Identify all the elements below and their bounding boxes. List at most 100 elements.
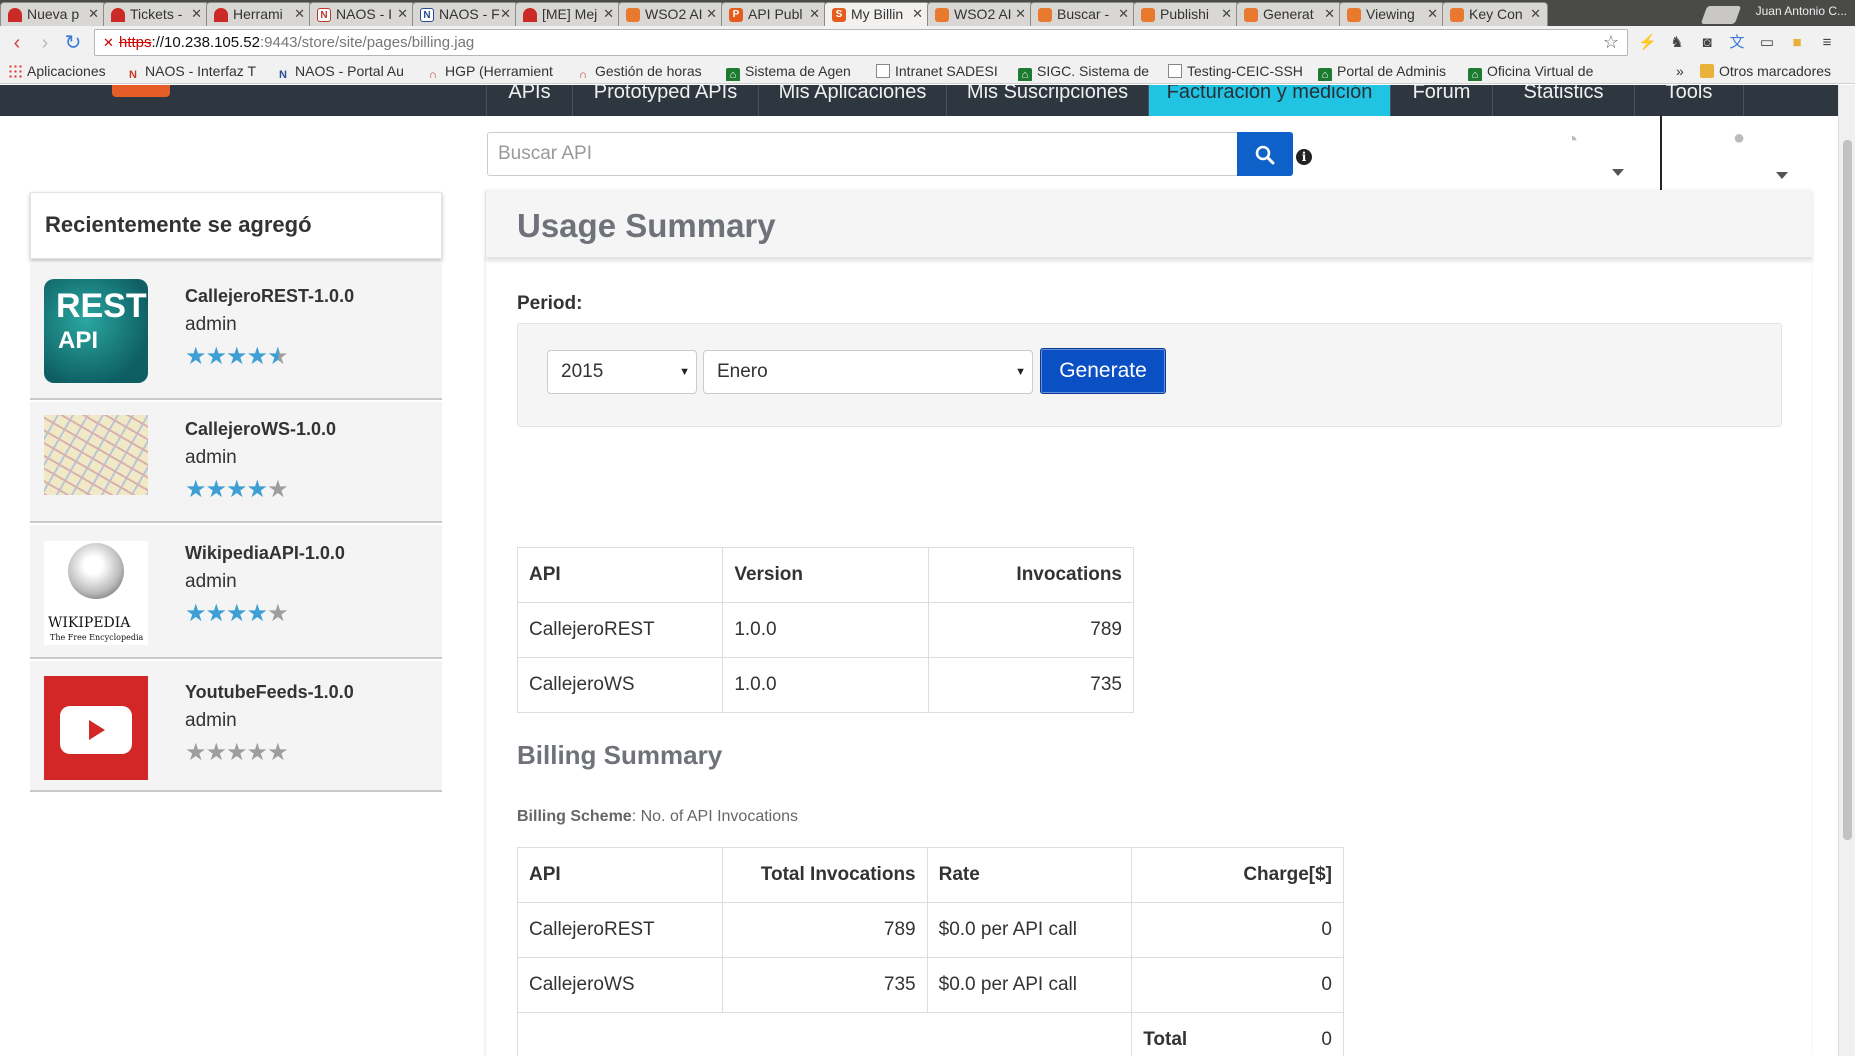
scrollbar-thumb[interactable] xyxy=(1843,140,1852,840)
close-icon[interactable]: ✕ xyxy=(191,6,202,22)
recent-api-item[interactable]: WIKIPEDIA The Free Encyclopedia Wikipedi… xyxy=(30,525,442,659)
table-cell: 1.0.0 xyxy=(722,602,929,658)
table-cell: 1.0.0 xyxy=(722,657,929,713)
browser-tab[interactable]: Publishi ✕ xyxy=(1133,2,1239,26)
dashboard-icon[interactable]: ◔ xyxy=(1566,129,1578,152)
youtube-thumbnail[interactable] xyxy=(44,676,148,780)
insecure-lock-icon[interactable]: ✕ xyxy=(103,30,114,55)
close-icon[interactable]: ✕ xyxy=(88,6,99,22)
recent-api-item[interactable]: YoutubeFeeds-1.0.0 admin ★★★★★ xyxy=(30,661,442,792)
month-select[interactable]: Enero ▼ xyxy=(703,350,1033,394)
table-row: CallejeroWS 1.0.0 735 xyxy=(516,657,1135,713)
wikipedia-thumbnail[interactable]: WIKIPEDIA The Free Encyclopedia xyxy=(44,541,148,645)
bookmark-item[interactable]: ∩ Gestión de horas xyxy=(576,63,714,81)
browser-tab[interactable]: N NAOS - I ✕ xyxy=(309,2,415,26)
profile-name[interactable]: Juan Antonio C... xyxy=(1756,4,1847,18)
browser-tab[interactable]: Viewing ✕ xyxy=(1339,2,1445,26)
close-icon[interactable]: ✕ xyxy=(500,6,511,22)
browser-tab-active[interactable]: S My Billin ✕ xyxy=(824,2,930,26)
cast-icon[interactable]: ▭ xyxy=(1758,34,1776,52)
close-icon[interactable]: ✕ xyxy=(1221,6,1232,22)
browser-tab[interactable]: Buscar - ✕ xyxy=(1030,2,1136,26)
other-bookmarks-folder[interactable]: Otros marcadores xyxy=(1700,63,1850,81)
browser-tab[interactable]: WSO2 AI ✕ xyxy=(927,2,1033,26)
nav-tools[interactable]: Tools xyxy=(1634,85,1744,116)
generate-button[interactable]: Generate xyxy=(1040,348,1166,394)
lightning-extension-icon[interactable]: ⚡ xyxy=(1638,34,1657,52)
bookmark-item[interactable]: ⌂ Oficina Virtual de xyxy=(1468,63,1606,81)
bookmark-item[interactable]: ⌂ Sistema de Agen xyxy=(726,63,864,81)
page-content: APIs Prototyped APIs Mis Aplicaciones Mi… xyxy=(0,85,1838,1056)
evernote-extension-icon[interactable]: ♞ xyxy=(1668,34,1686,52)
api-name-link[interactable]: YoutubeFeeds-1.0.0 xyxy=(185,682,354,703)
naos-icon: N xyxy=(420,8,434,22)
notes-extension-icon[interactable]: ■ xyxy=(1788,34,1806,52)
api-owner: admin xyxy=(185,314,237,335)
close-icon[interactable]: ✕ xyxy=(1015,6,1026,22)
api-store-logo[interactable] xyxy=(112,85,170,97)
translate-extension-icon[interactable]: 文 xyxy=(1728,34,1746,52)
search-button[interactable] xyxy=(1237,132,1293,176)
page-scrollbar[interactable] xyxy=(1838,85,1855,1056)
browser-tab[interactable]: P API Publ ✕ xyxy=(721,2,827,26)
recent-api-item[interactable]: REST API CallejeroREST-1.0.0 admin ★★★★★ xyxy=(30,263,442,400)
forward-arrow-icon[interactable]: › xyxy=(34,32,56,54)
bookmark-item[interactable]: N NAOS - Portal Au xyxy=(276,63,414,81)
api-name-link[interactable]: WikipediaAPI-1.0.0 xyxy=(185,543,345,564)
browser-tab[interactable]: [ME] Mej ✕ xyxy=(515,2,621,26)
caret-down-icon[interactable] xyxy=(1776,172,1788,179)
close-icon[interactable]: ✕ xyxy=(603,6,614,22)
browser-tab[interactable]: Nueva p ✕ xyxy=(0,2,106,26)
close-icon[interactable]: ✕ xyxy=(1324,6,1335,22)
close-icon[interactable]: ✕ xyxy=(397,6,408,22)
pocket-extension-icon[interactable]: ◙ xyxy=(1698,34,1716,52)
new-tab-button[interactable] xyxy=(1700,6,1742,24)
close-icon[interactable]: ✕ xyxy=(1530,6,1541,22)
bookmark-item[interactable]: ⌂ Portal de Adminis xyxy=(1318,63,1456,81)
browser-tab[interactable]: Generat ✕ xyxy=(1236,2,1342,26)
address-bar[interactable]: ✕ https://10.238.105.52:9443/store/site/… xyxy=(94,29,1628,56)
junta-icon: ⌂ xyxy=(1018,68,1032,81)
nav-facturacion-y-medicion[interactable]: Facturación y medición xyxy=(1148,85,1390,116)
api-name-link[interactable]: CallejeroWS-1.0.0 xyxy=(185,419,336,440)
api-name-link[interactable]: CallejeroREST-1.0.0 xyxy=(185,286,354,307)
nav-statistics[interactable]: Statistics xyxy=(1492,85,1634,116)
caret-down-icon[interactable] xyxy=(1612,169,1624,176)
year-select[interactable]: 2015 ▼ xyxy=(547,350,697,394)
nav-mis-aplicaciones[interactable]: Mis Aplicaciones xyxy=(758,85,946,116)
rest-api-thumbnail[interactable]: REST API xyxy=(44,279,148,383)
nav-apis[interactable]: APIs xyxy=(486,85,572,116)
bookmark-item[interactable]: ⌂ SIGC. Sistema de xyxy=(1018,63,1156,81)
bookmark-item[interactable]: ∩ HGP (Herramient xyxy=(426,63,564,81)
close-icon[interactable]: ✕ xyxy=(294,6,305,22)
browser-toolbar: ‹ › ↻ ✕ https://10.238.105.52:9443/store… xyxy=(0,26,1855,60)
bookmarks-overflow-button[interactable]: » xyxy=(1676,63,1690,81)
browser-tab[interactable]: WSO2 AI ✕ xyxy=(618,2,724,26)
browser-tab[interactable]: N NAOS - F ✕ xyxy=(412,2,518,26)
close-icon[interactable]: ✕ xyxy=(1427,6,1438,22)
close-icon[interactable]: ✕ xyxy=(912,6,923,22)
bookmark-item[interactable]: N NAOS - Interfaz T xyxy=(126,63,264,81)
bookmark-apps[interactable]: Aplicaciones xyxy=(8,63,118,81)
nav-prototyped-apis[interactable]: Prototyped APIs xyxy=(572,85,758,116)
close-icon[interactable]: ✕ xyxy=(1118,6,1129,22)
info-icon[interactable]: i xyxy=(1296,149,1312,165)
close-icon[interactable]: ✕ xyxy=(706,6,717,22)
column-header: Total Invocations xyxy=(721,847,928,903)
close-icon[interactable]: ✕ xyxy=(809,6,820,22)
search-input[interactable] xyxy=(487,132,1239,176)
browser-tab[interactable]: Tickets - ✕ xyxy=(103,2,209,26)
back-arrow-icon[interactable]: ‹ xyxy=(6,32,28,54)
map-thumbnail[interactable] xyxy=(44,415,148,495)
bookmark-star-icon[interactable]: ☆ xyxy=(1603,30,1619,55)
nav-mis-suscripciones[interactable]: Mis Suscripciones xyxy=(946,85,1148,116)
nav-forum[interactable]: Forum xyxy=(1390,85,1492,116)
browser-tab[interactable]: Herrami ✕ xyxy=(206,2,312,26)
bookmark-item[interactable]: Intranet SADESI xyxy=(876,63,1014,81)
bookmark-item[interactable]: Testing-CEIC-SSH xyxy=(1168,63,1306,81)
user-icon[interactable]: ● xyxy=(1733,127,1745,150)
menu-icon[interactable]: ≡ xyxy=(1818,34,1836,52)
browser-tab[interactable]: Key Con ✕ xyxy=(1442,2,1548,26)
reload-icon[interactable]: ↻ xyxy=(62,32,84,54)
recent-api-item[interactable]: CallejeroWS-1.0.0 admin ★★★★★ xyxy=(30,402,442,523)
